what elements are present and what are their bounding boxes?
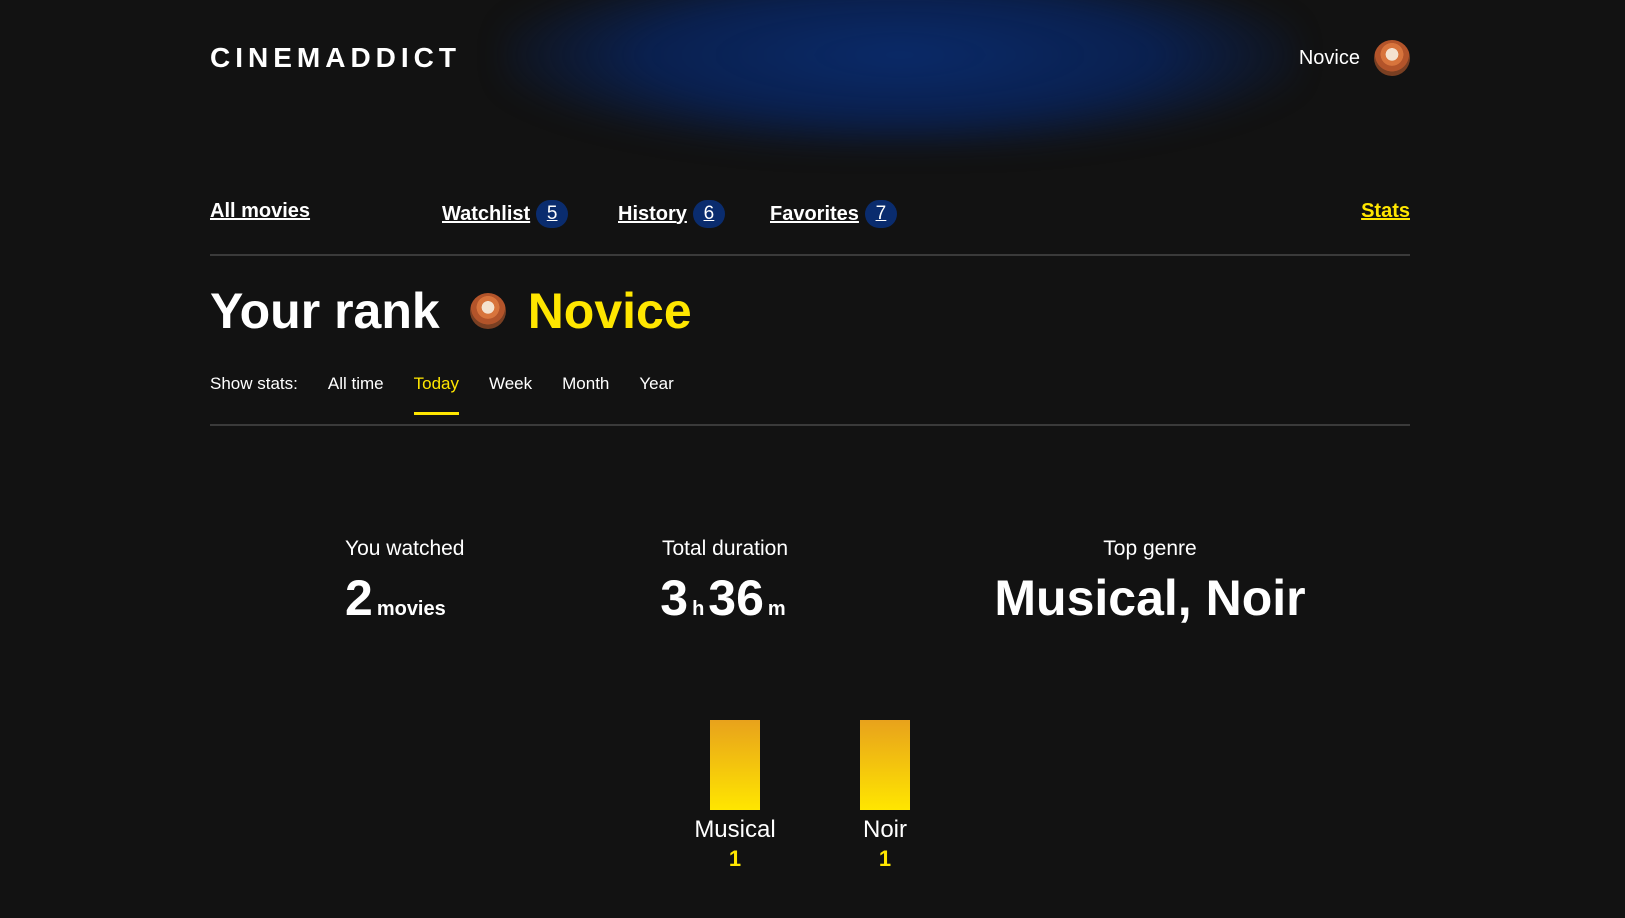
- duration-minutes: 36: [708, 570, 764, 626]
- stats-filters: Show stats: All time Today Week Month Ye…: [210, 374, 704, 415]
- stat-duration-label: Total duration: [661, 537, 789, 560]
- favorites-count-badge: 7: [864, 200, 897, 228]
- stat-genre-label: Top genre: [1103, 537, 1197, 560]
- filter-all-time[interactable]: All time: [328, 374, 384, 394]
- rank-name: Novice: [527, 283, 692, 339]
- avatar-icon: [1374, 40, 1410, 76]
- watched-count: 2: [345, 570, 373, 626]
- history-count-badge: 6: [692, 200, 725, 228]
- watched-unit: movies: [376, 598, 446, 620]
- profile-rating: Novice: [1298, 46, 1360, 69]
- bar-label-musical: Musical: [694, 816, 776, 843]
- stat-duration: Total duration 3 h 36 m: [650, 537, 800, 627]
- filter-week[interactable]: Week: [489, 374, 532, 394]
- duration-hours-unit: h: [692, 598, 705, 620]
- nav-watchlist-label: Watchlist: [442, 202, 531, 225]
- filter-today[interactable]: Today: [413, 374, 460, 415]
- rank-label: Your rank: [210, 283, 440, 339]
- nav-history[interactable]: History 6: [618, 200, 725, 228]
- filters-divider: [210, 424, 1410, 426]
- top-genre-value: Musical, Noir: [994, 570, 1306, 626]
- bar-group-noir: Noir 1: [840, 720, 930, 872]
- stat-watched: You watched 2 movies: [345, 537, 465, 627]
- bar-musical: [710, 720, 760, 810]
- watchlist-count-badge: 5: [536, 200, 569, 228]
- bar-noir: [860, 720, 910, 810]
- rank-avatar-icon: [469, 293, 506, 329]
- stat-top-genre: Top genre Musical, Noir: [950, 537, 1350, 627]
- nav-all-movies[interactable]: All movies: [210, 200, 310, 223]
- stat-watched-label: You watched: [345, 537, 465, 560]
- nav-favorites[interactable]: Favorites 7: [770, 200, 897, 228]
- bar-value-noir: 1: [878, 846, 892, 871]
- duration-hours: 3: [660, 570, 689, 626]
- stat-watched-value: 2 movies: [345, 569, 465, 627]
- nav-stats-label: Stats: [1361, 200, 1410, 222]
- nav-history-label: History: [618, 202, 687, 225]
- filter-label: Show stats:: [210, 374, 298, 393]
- logo: CINEMADDICT: [210, 42, 461, 73]
- filter-year[interactable]: Year: [639, 374, 673, 394]
- nav-all-movies-label: All movies: [210, 200, 311, 222]
- header-glow: [500, 0, 1300, 150]
- stat-genre-value: Musical, Noir: [950, 569, 1350, 627]
- nav-divider: [210, 254, 1410, 256]
- nav-favorites-label: Favorites: [770, 202, 859, 225]
- genre-chart: Musical 1 Noir 1: [690, 720, 940, 890]
- duration-minutes-unit: m: [767, 598, 786, 620]
- bar-value-musical: 1: [728, 846, 742, 871]
- nav-watchlist[interactable]: Watchlist 5: [442, 200, 569, 228]
- profile: Novice: [1299, 40, 1410, 76]
- main-navigation: All movies Watchlist 5 History 6 Favorit…: [210, 200, 1410, 230]
- bar-group-musical: Musical 1: [690, 720, 780, 872]
- bar-label-noir: Noir: [862, 816, 907, 843]
- rank-section: Your rank Novice: [210, 282, 692, 340]
- nav-stats[interactable]: Stats: [1361, 200, 1410, 223]
- filter-month[interactable]: Month: [562, 374, 609, 394]
- stat-duration-value: 3 h 36 m: [650, 569, 800, 627]
